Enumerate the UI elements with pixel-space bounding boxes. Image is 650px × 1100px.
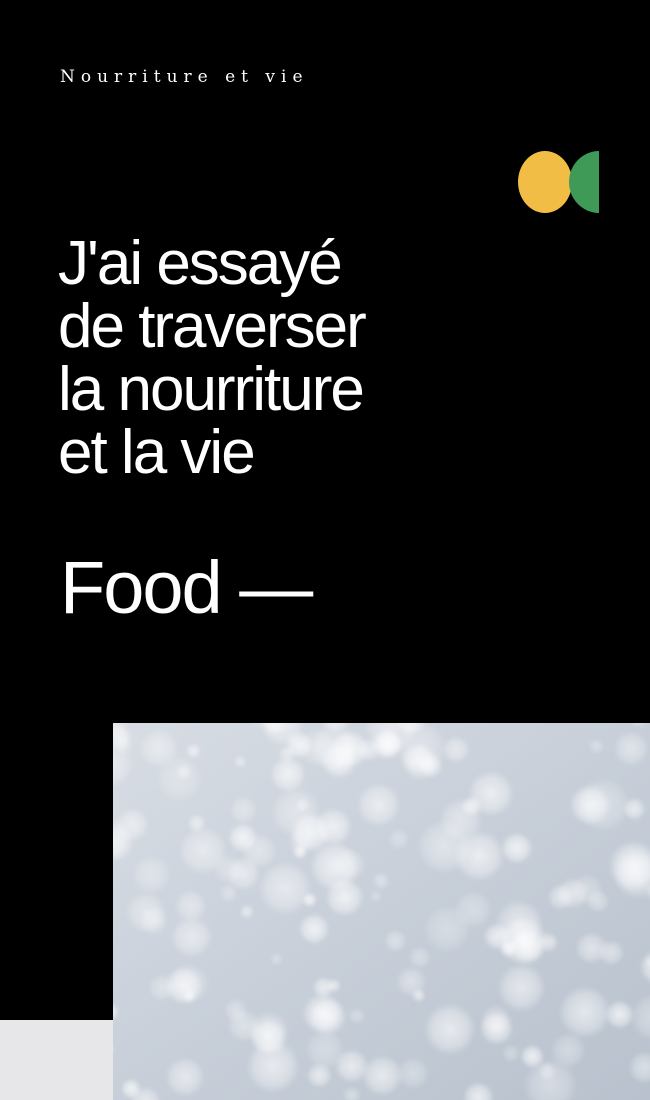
bokeh-light: [148, 974, 176, 1002]
bokeh-light: [613, 731, 649, 767]
bokeh-light: [500, 832, 533, 864]
headline: J'ai essayé de traverser la nourriture e…: [58, 232, 618, 484]
bokeh-light: [213, 854, 243, 884]
bokeh-light: [502, 1044, 520, 1063]
yellow-circle-icon: [518, 151, 572, 213]
decorative-strip: [0, 1020, 113, 1100]
bokeh-light: [302, 892, 317, 907]
brand-name: Nourriture et vie: [60, 67, 309, 87]
bokeh-light: [278, 745, 296, 763]
headline-line: J'ai essayé: [58, 229, 343, 298]
bokeh-light: [558, 985, 612, 1039]
bokeh-photo: [113, 723, 650, 1100]
bokeh-light: [187, 813, 206, 833]
bokeh-light: [139, 728, 179, 768]
bokeh-light: [483, 922, 511, 951]
bokeh-light: [480, 1003, 511, 1035]
bokeh-light: [396, 1057, 429, 1090]
bokeh-light: [412, 988, 426, 1002]
bokeh-light: [605, 1000, 634, 1029]
bokeh-light: [131, 854, 172, 895]
bokeh-light: [442, 736, 470, 764]
headline-line: et la vie: [58, 418, 256, 487]
bokeh-light: [423, 1002, 476, 1056]
bokeh-light: [384, 929, 407, 953]
headline-line: de traverser: [58, 292, 367, 361]
bokeh-light: [228, 823, 258, 853]
bokeh-light: [454, 890, 492, 929]
bokeh-light: [175, 764, 192, 780]
bokeh-light: [547, 884, 574, 910]
bokeh-light: [270, 952, 283, 966]
article-cover: Nourriture et vie J'ai essayé de travers…: [0, 0, 650, 1100]
bokeh-light: [356, 782, 401, 828]
bokeh-light: [139, 906, 169, 936]
bokeh-light: [239, 904, 254, 919]
bokeh-light: [372, 872, 390, 890]
two-shapes-logo-icon: [517, 150, 601, 214]
bokeh-light: [598, 940, 624, 966]
bokeh-light: [165, 1057, 205, 1097]
bokeh-light: [298, 728, 338, 768]
bokeh-light: [250, 1018, 287, 1056]
bokeh-light: [588, 738, 605, 754]
bokeh-light: [497, 963, 546, 1013]
bokeh-light: [369, 890, 382, 903]
bokeh-light: [185, 743, 201, 759]
bokeh-light: [333, 848, 367, 881]
bokeh-light: [258, 861, 312, 916]
bokeh-light: [305, 1029, 345, 1070]
bokeh-light: [570, 873, 603, 906]
bokeh-light: [467, 770, 515, 817]
bokeh-light: [234, 755, 247, 769]
category-label: Food —: [60, 546, 313, 629]
bokeh-light: [301, 992, 343, 1034]
bokeh-light: [170, 916, 213, 958]
bokeh-light: [174, 889, 207, 923]
bokeh-light: [402, 744, 439, 781]
bokeh-light: [229, 796, 258, 824]
bokeh-light: [510, 929, 545, 964]
bokeh-light: [298, 913, 330, 945]
headline-line: la nourriture: [58, 355, 365, 424]
bokeh-light: [576, 777, 631, 832]
green-half-circle-icon: [569, 151, 599, 213]
bokeh-light: [348, 1007, 366, 1025]
bokeh-light: [388, 828, 409, 850]
bokeh-light: [408, 946, 431, 969]
bokeh-light: [453, 830, 505, 882]
bokeh-light: [375, 731, 402, 758]
